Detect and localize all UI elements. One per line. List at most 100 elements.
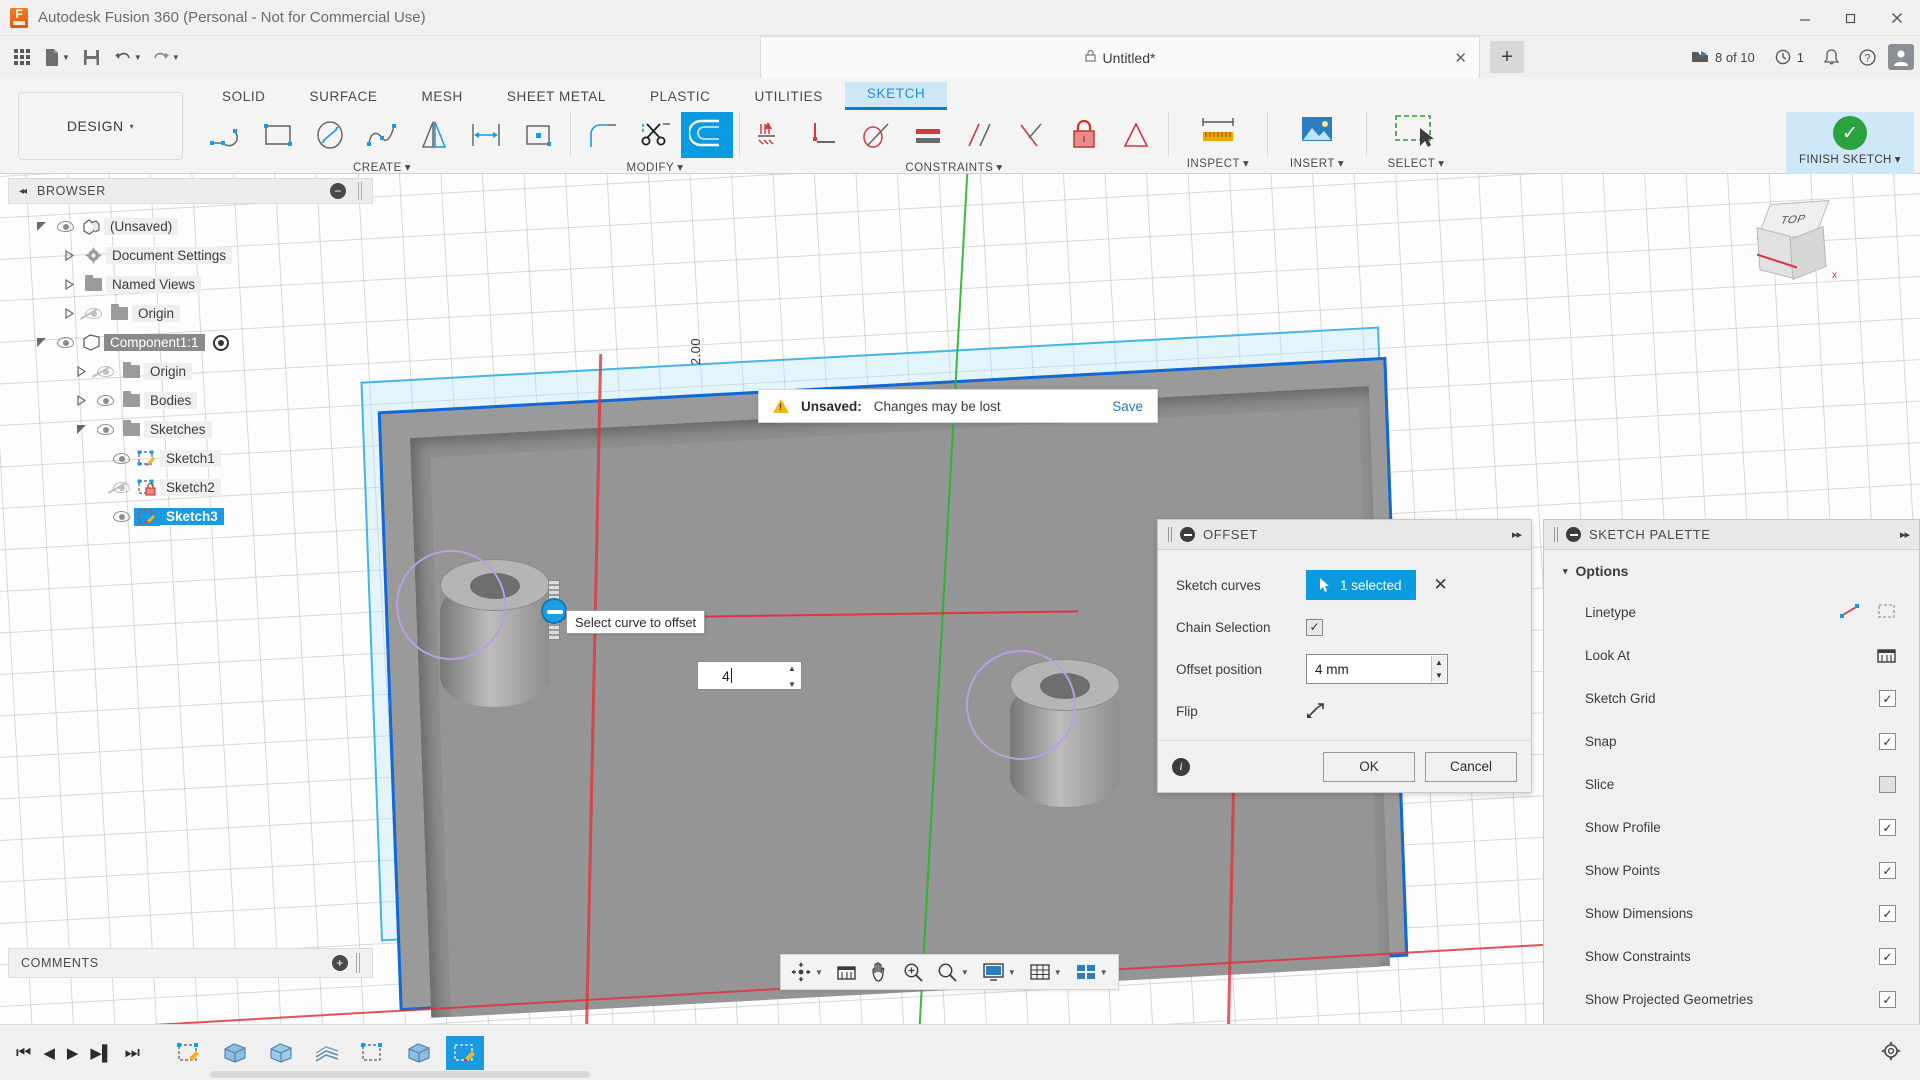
sketch-grid-checkbox[interactable]: ✓ xyxy=(1879,690,1896,707)
show-constraints-checkbox[interactable]: ✓ xyxy=(1879,948,1896,965)
display-settings[interactable]: ▼ xyxy=(977,957,1022,987)
tab-solid[interactable]: SOLID xyxy=(200,85,288,110)
visibility-icon[interactable] xyxy=(92,424,118,435)
comments-panel[interactable]: COMMENTS + xyxy=(8,948,373,978)
cancel-button[interactable]: Cancel xyxy=(1425,751,1517,782)
palette-row-show-projected[interactable]: Show Projected Geometries ✓ xyxy=(1545,978,1918,1012)
new-file-button[interactable]: ▼ xyxy=(40,41,74,73)
help-button[interactable]: ? xyxy=(1851,45,1884,70)
offset-drag-handle[interactable] xyxy=(540,580,568,640)
expander-right-icon[interactable] xyxy=(58,279,80,290)
maximize-button[interactable] xyxy=(1828,0,1874,36)
redo-button[interactable]: ▼ xyxy=(148,41,184,73)
palette-row-linetype[interactable]: Linetype xyxy=(1545,591,1918,634)
collapse-palette-icon[interactable] xyxy=(1566,527,1581,542)
line-tool[interactable] xyxy=(200,112,252,158)
browser-node-component-origin[interactable]: Origin xyxy=(8,357,373,386)
browser-node-named-views[interactable]: Named Views xyxy=(8,270,373,299)
browser-node-sketch3[interactable]: Sketch3 xyxy=(8,502,373,531)
tangent-constraint[interactable] xyxy=(850,112,902,158)
show-profile-checkbox[interactable]: ✓ xyxy=(1879,819,1896,836)
palette-row-show-profile[interactable]: Show Profile ✓ xyxy=(1545,806,1918,849)
pan-tool[interactable] xyxy=(864,957,895,987)
close-document-icon[interactable]: ✕ xyxy=(1454,49,1467,67)
sketch-curves-selection[interactable]: 1 selected xyxy=(1306,570,1416,600)
stepper-up-icon[interactable]: ▲ xyxy=(788,664,796,673)
show-dimensions-checkbox[interactable]: ✓ xyxy=(1879,905,1896,922)
fillet-tool[interactable] xyxy=(577,112,629,158)
timeline-sketch1[interactable] xyxy=(170,1036,208,1070)
timeline-extrude3[interactable] xyxy=(400,1036,438,1070)
inspect-menu[interactable]: INSPECT ▾ xyxy=(1175,112,1261,174)
midpoint-constraint[interactable] xyxy=(1006,112,1058,158)
expander-right-icon[interactable] xyxy=(58,308,80,319)
visibility-off-icon[interactable] xyxy=(92,366,118,377)
workspace-switcher[interactable]: DESIGN ▾ xyxy=(18,92,183,160)
browser-node-component1[interactable]: Component1:1 xyxy=(8,328,373,357)
clear-selection-icon[interactable]: ✕ xyxy=(1434,575,1448,595)
timeline-settings-icon[interactable] xyxy=(1880,1040,1902,1065)
expander-right-icon[interactable] xyxy=(70,366,92,377)
minimize-button[interactable] xyxy=(1782,0,1828,36)
circle-tool[interactable] xyxy=(304,112,356,158)
spline-tool[interactable] xyxy=(356,112,408,158)
timeline-extrude2[interactable] xyxy=(262,1036,300,1070)
expander-down-icon[interactable] xyxy=(30,221,52,232)
timeline-shell[interactable] xyxy=(308,1036,346,1070)
browser-node-sketch2[interactable]: Sketch2 xyxy=(8,473,373,502)
minimize-panel-icon[interactable]: − xyxy=(330,183,346,199)
show-points-checkbox[interactable]: ✓ xyxy=(1879,862,1896,879)
new-tab-button[interactable]: + xyxy=(1490,41,1524,73)
step-forward-button[interactable]: ▶▌ xyxy=(90,1044,112,1062)
visibility-off-icon[interactable] xyxy=(80,308,106,319)
flip-icon[interactable] xyxy=(1306,702,1326,720)
browser-node-document-settings[interactable]: Document Settings xyxy=(8,241,373,270)
point-tool[interactable] xyxy=(512,112,564,158)
finish-sketch-button[interactable]: ✓ FINISH SKETCH ▾ xyxy=(1786,112,1914,174)
fit-tool[interactable]: ▼ xyxy=(931,957,975,987)
save-link[interactable]: Save xyxy=(1112,399,1143,414)
browser-node-unsaved[interactable]: (Unsaved) xyxy=(8,212,373,241)
expand-icon[interactable]: ▸▸ xyxy=(1512,528,1522,541)
palette-row-sketch-grid[interactable]: Sketch Grid ✓ xyxy=(1545,677,1918,720)
expander-down-icon[interactable] xyxy=(30,337,52,348)
tab-sheet-metal[interactable]: SHEET METAL xyxy=(485,85,628,110)
symmetry-constraint[interactable] xyxy=(1110,112,1162,158)
visibility-icon[interactable] xyxy=(92,395,118,406)
notifications-button[interactable] xyxy=(1816,45,1847,70)
browser-node-sketches[interactable]: Sketches xyxy=(8,415,373,444)
offset-tool[interactable] xyxy=(681,112,733,158)
fix-constraint[interactable] xyxy=(1058,112,1110,158)
palette-row-slice[interactable]: Slice xyxy=(1545,763,1918,806)
grid-snaps[interactable]: ▼ xyxy=(1024,957,1068,987)
timeline-sketch3[interactable] xyxy=(445,1035,484,1070)
trim-tool[interactable] xyxy=(629,112,681,158)
dialog-grip[interactable] xyxy=(1554,527,1558,542)
stepper-down-icon[interactable]: ▼ xyxy=(788,680,796,689)
ribbon-group-label-create[interactable]: CREATE ▾ xyxy=(200,160,564,174)
tab-sketch[interactable]: SKETCH xyxy=(844,82,948,110)
document-tab[interactable]: Untitled* ✕ xyxy=(760,36,1480,78)
look-at-icon[interactable] xyxy=(1877,646,1896,666)
add-comment-icon[interactable]: + xyxy=(332,955,348,971)
palette-row-show-dimensions[interactable]: Show Dimensions ✓ xyxy=(1545,892,1918,935)
info-icon[interactable]: i xyxy=(1172,757,1190,776)
parallel-constraint[interactable] xyxy=(954,112,1006,158)
play-button[interactable]: ▶ xyxy=(67,1044,79,1062)
palette-row-show-points[interactable]: Show Points ✓ xyxy=(1545,849,1918,892)
visibility-icon[interactable] xyxy=(52,221,78,232)
slice-checkbox[interactable] xyxy=(1879,776,1896,793)
visibility-icon[interactable] xyxy=(108,453,134,464)
view-cube[interactable]: TOP x xyxy=(1734,198,1854,298)
dialog-grip[interactable] xyxy=(1168,527,1172,542)
stepper-down-icon[interactable]: ▼ xyxy=(1435,671,1443,680)
app-grid-icon[interactable] xyxy=(6,41,38,73)
options-section-header[interactable]: ▾ Options xyxy=(1545,551,1918,591)
collapse-dialog-icon[interactable] xyxy=(1180,527,1195,542)
timeline-sketch2[interactable] xyxy=(354,1036,392,1070)
browser-node-bodies[interactable]: Bodies xyxy=(8,386,373,415)
perpendicular-constraint[interactable] xyxy=(798,112,850,158)
browser-node-sketch1[interactable]: Sketch1 xyxy=(8,444,373,473)
offset-inline-stepper[interactable]: ▲ ▼ xyxy=(785,664,799,689)
tab-utilities[interactable]: UTILITIES xyxy=(732,85,844,110)
